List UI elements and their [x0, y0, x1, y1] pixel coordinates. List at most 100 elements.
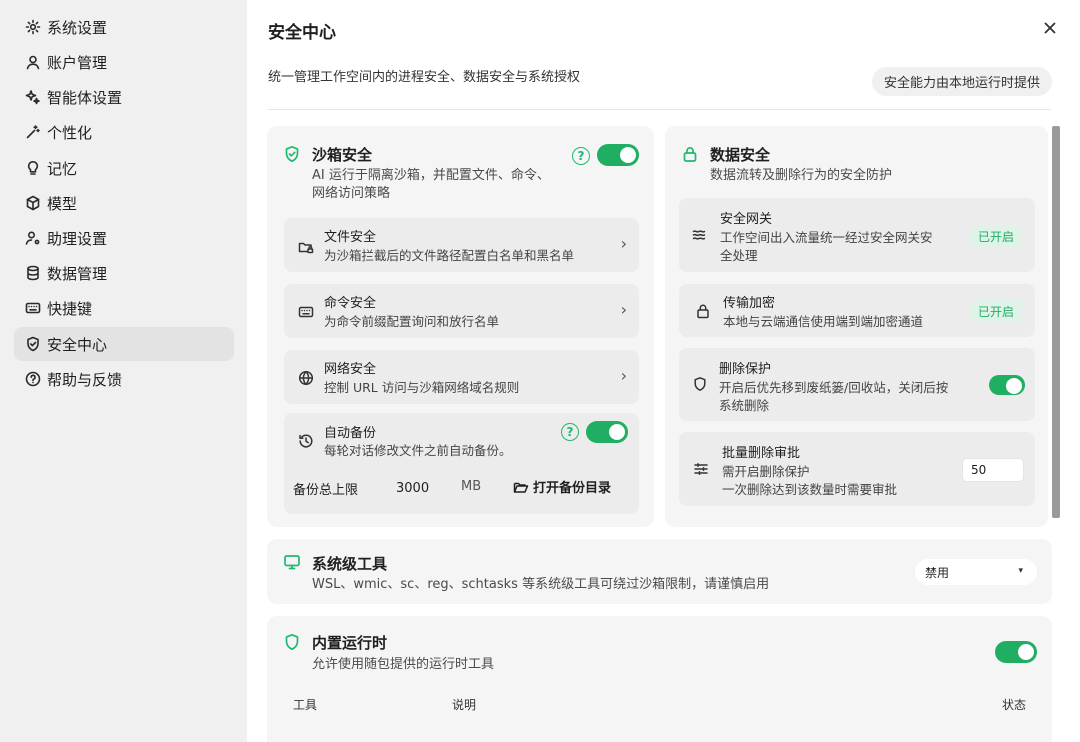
- sidebar: 系统设置 账户管理 智能体设置 个性化 记忆 模型 助理设置 数据管理 快捷键 …: [0, 0, 247, 742]
- history-icon: [298, 433, 314, 449]
- sandbox-subtitle-line2: 网络访问策略: [312, 186, 391, 201]
- network-security-row[interactable]: 网络安全 控制 URL 访问与沙箱网络域名规则 ›: [284, 350, 639, 404]
- close-icon: [1044, 22, 1056, 34]
- batch-delete-threshold-input[interactable]: 50: [962, 458, 1024, 482]
- main-panel: 安全中心 统一管理工作空间内的进程安全、数据安全与系统授权 安全能力由本地运行时…: [247, 0, 1080, 742]
- sidebar-item-shortcuts[interactable]: 快捷键: [14, 291, 234, 325]
- backup-toggle[interactable]: [586, 421, 628, 443]
- row-desc-line2: 全处理: [720, 248, 758, 263]
- folder-open-icon: [513, 479, 529, 495]
- row-desc: 每轮对话修改文件之前自动备份。: [324, 443, 512, 458]
- page-title: 安全中心: [268, 23, 336, 43]
- monitor-icon: [283, 553, 301, 571]
- sidebar-item-label: 安全中心: [47, 335, 108, 354]
- close-button[interactable]: [1038, 16, 1062, 40]
- cube-icon: [24, 194, 42, 212]
- row-desc-line1: 工作空间出入流量统一经过安全网关安: [720, 230, 933, 245]
- system-tools-card: 系统级工具 WSL、wmic、sc、reg、schtasks 等系统级工具可绕过…: [267, 539, 1052, 604]
- shield-icon: [283, 633, 301, 651]
- row-title: 删除保护: [719, 362, 772, 377]
- row-desc: 为命令前缀配置询问和放行名单: [324, 314, 500, 329]
- status-badge: 已开启: [970, 225, 1023, 247]
- security-gateway-row: 安全网关 工作空间出入流量统一经过安全网关安 全处理 已开启: [679, 198, 1035, 272]
- row-title: 网络安全: [324, 362, 377, 377]
- shield-icon: [24, 335, 42, 353]
- auto-backup-row: 自动备份 每轮对话修改文件之前自动备份。 ? 备份总上限 3000 MB 打开备…: [284, 413, 639, 514]
- sidebar-item-label: 数据管理: [47, 264, 108, 283]
- table-header-status: 状态: [1002, 698, 1027, 712]
- data-security-card: 数据安全 数据流转及删除行为的安全防护 安全网关 工作空间出入流量统一经过安全网…: [665, 126, 1048, 527]
- scrollbar[interactable]: [1052, 126, 1060, 518]
- chevron-right-icon: ›: [620, 234, 627, 253]
- builtin-runtime-card: 内置运行时 允许使用随包提供的运行时工具 工具 说明 状态: [267, 616, 1052, 742]
- row-title: 命令安全: [324, 296, 377, 311]
- sidebar-item-label: 记忆: [47, 159, 78, 178]
- row-desc: 控制 URL 访问与沙箱网络域名规则: [324, 380, 520, 395]
- open-backup-dir-label: 打开备份目录: [533, 481, 612, 496]
- row-title: 安全网关: [720, 212, 773, 227]
- shield-check-icon: [283, 145, 301, 163]
- sidebar-item-assistant-settings[interactable]: 助理设置: [14, 221, 234, 255]
- sidebar-item-label: 快捷键: [47, 299, 93, 318]
- data-security-subtitle: 数据流转及删除行为的安全防护: [710, 168, 893, 183]
- system-tools-title: 系统级工具: [312, 555, 388, 573]
- row-desc-line1: 需开启删除保护: [722, 464, 810, 479]
- backup-limit-label: 备份总上限: [293, 483, 359, 498]
- builtin-runtime-desc: 允许使用随包提供的运行时工具: [312, 657, 495, 672]
- sidebar-item-label: 系统设置: [47, 18, 108, 37]
- magic-wand-icon: [24, 123, 42, 141]
- sidebar-item-personalization[interactable]: 个性化: [14, 115, 234, 149]
- sidebar-item-security[interactable]: 安全中心: [14, 327, 234, 361]
- keyboard-icon: [298, 304, 314, 320]
- builtin-runtime-title: 内置运行时: [312, 634, 388, 652]
- sidebar-item-memory[interactable]: 记忆: [14, 151, 234, 185]
- data-security-title: 数据安全: [710, 146, 771, 164]
- delete-protection-toggle[interactable]: [989, 375, 1025, 395]
- batch-delete-approval-row: 批量删除审批 需开启删除保护 一次删除达到该数量时需要审批 50: [679, 432, 1035, 506]
- row-desc-line2: 一次删除达到该数量时需要审批: [722, 482, 898, 497]
- backup-limit-unit: MB: [461, 479, 482, 494]
- sliders-icon: [693, 461, 709, 477]
- sidebar-item-label: 账户管理: [47, 53, 108, 72]
- sidebar-item-model[interactable]: 模型: [14, 186, 234, 220]
- table-header-tool: 工具: [293, 698, 318, 712]
- lock-icon: [681, 145, 699, 163]
- row-title: 自动备份: [324, 426, 377, 441]
- sandbox-title: 沙箱安全: [312, 146, 373, 164]
- system-tools-select[interactable]: 禁用 ▾: [915, 559, 1037, 585]
- user-gear-icon: [24, 229, 42, 247]
- lock-icon: [695, 303, 711, 319]
- chevron-right-icon: ›: [620, 366, 627, 385]
- delete-protection-row: 删除保护 开启后优先移到废纸篓/回收站，关闭后按 系统删除: [679, 348, 1035, 421]
- sidebar-item-system-settings[interactable]: 系统设置: [14, 10, 234, 44]
- sidebar-item-help[interactable]: 帮助与反馈: [14, 362, 234, 396]
- row-desc: 本地与云端通信使用端到端加密通道: [723, 314, 924, 329]
- row-desc-line1: 开启后优先移到废纸篓/回收站，关闭后按: [719, 380, 949, 395]
- backup-help-icon[interactable]: ?: [561, 423, 579, 441]
- sandbox-subtitle-line1: AI 运行于隔离沙箱，并配置文件、命令、: [312, 168, 550, 183]
- sandbox-help-icon[interactable]: ?: [572, 147, 590, 165]
- file-security-row[interactable]: 文件安全 为沙箱拦截后的文件路径配置白名单和黑名单 ›: [284, 218, 639, 272]
- table-header-description: 说明: [452, 698, 477, 712]
- shield-icon: [692, 376, 708, 392]
- header-divider: [268, 109, 1051, 110]
- open-backup-dir-button[interactable]: 打开备份目录: [513, 477, 611, 496]
- command-security-row[interactable]: 命令安全 为命令前缀配置询问和放行名单 ›: [284, 284, 639, 338]
- sparkle-icon: [24, 88, 42, 106]
- keyboard-icon: [24, 299, 42, 317]
- sidebar-item-data-management[interactable]: 数据管理: [14, 256, 234, 290]
- system-tools-desc: WSL、wmic、sc、reg、schtasks 等系统级工具可绕过沙箱限制，请…: [312, 577, 770, 592]
- backup-limit-input[interactable]: 3000: [370, 475, 450, 501]
- chevron-down-icon: ▾: [1018, 566, 1023, 576]
- chevron-right-icon: ›: [620, 300, 627, 319]
- folder-lock-icon: [298, 239, 314, 255]
- builtin-runtime-toggle[interactable]: [995, 641, 1037, 663]
- database-icon: [24, 264, 42, 282]
- sidebar-item-account[interactable]: 账户管理: [14, 45, 234, 79]
- row-title: 文件安全: [324, 230, 377, 245]
- sidebar-item-agent-settings[interactable]: 智能体设置: [14, 80, 234, 114]
- row-desc-line2: 系统删除: [719, 398, 770, 413]
- select-value: 禁用: [925, 565, 950, 580]
- sandbox-toggle[interactable]: [597, 144, 639, 166]
- status-badge: 已开启: [970, 300, 1023, 322]
